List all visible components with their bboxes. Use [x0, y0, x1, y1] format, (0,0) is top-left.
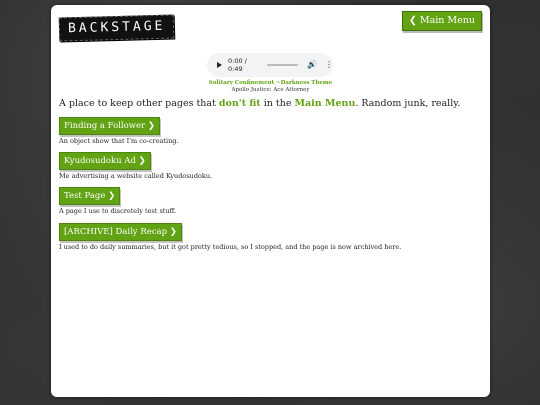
audio-time: 0:00 / 0:49 [228, 57, 247, 73]
entry-description: An object show that I'm co-creating. [59, 137, 179, 145]
audio-progress-track[interactable] [266, 64, 299, 66]
intro-highlight-dont-fit: don't fit [218, 98, 261, 109]
intro-part: A place to keep other pages that [59, 98, 219, 109]
content-panel: BACKSTAGE ❮ Main Menu 0:00 / 0:49 🔊 ⋮ So… [51, 5, 490, 397]
audio-player[interactable]: 0:00 / 0:49 🔊 ⋮ [207, 53, 333, 77]
entry-description: I used to do daily summaries, but it got… [59, 243, 402, 251]
site-logo: BACKSTAGE [58, 14, 175, 42]
entry-description: Me advertising a website called Kyudosud… [59, 172, 213, 180]
song-title: Solitary Confinement ~Darkness Theme [208, 80, 333, 86]
song-source: Apollo Justice: Ace Attorney [231, 87, 310, 93]
volume-icon[interactable]: 🔊 [307, 61, 317, 69]
intro-text: A place to keep other pages that don't f… [59, 98, 460, 109]
entry-description: A page I use to discretely test stuff. [59, 207, 177, 215]
test-page-button[interactable]: Test Page ❯ [59, 187, 121, 205]
kyudosudoku-ad-button[interactable]: Kyudosudoku Ad ❯ [59, 152, 151, 170]
archive-daily-recap-button[interactable]: [ARCHIVE] Daily Recap ❯ [59, 223, 182, 241]
finding-a-follower-button[interactable]: Finding a Follower ❯ [59, 117, 160, 135]
play-icon[interactable] [217, 62, 222, 68]
intro-part: . Random junk, really. [355, 98, 461, 109]
main-menu-link[interactable]: Main Menu [294, 98, 355, 109]
more-options-icon[interactable]: ⋮ [325, 61, 333, 69]
main-menu-button[interactable]: ❮ Main Menu [401, 11, 482, 31]
intro-part: in the [260, 98, 295, 109]
